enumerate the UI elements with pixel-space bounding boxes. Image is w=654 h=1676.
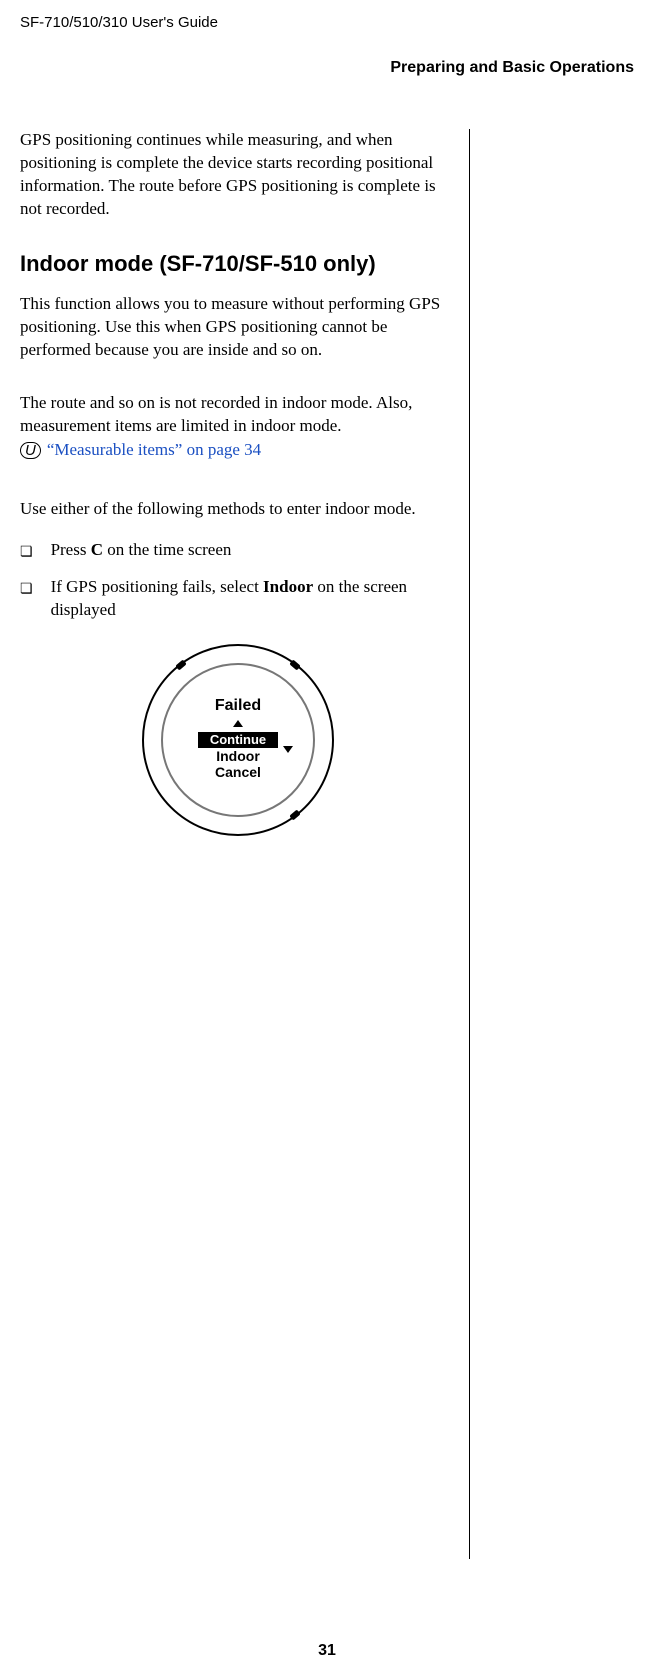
method-intro: Use either of the following methods to e… — [20, 498, 455, 521]
screen-title: Failed — [214, 697, 260, 714]
page-number: 31 — [0, 1642, 654, 1660]
indoor-mode-heading: Indoor mode (SF-710/SF-510 only) — [20, 251, 455, 277]
doc-model-guide: SF-710/510/310 User's Guide — [20, 14, 634, 31]
list1-post: on the time screen — [103, 540, 231, 559]
left-column: GPS positioning continues while measurin… — [20, 129, 470, 1559]
screen-option-indoor: Indoor — [216, 748, 260, 764]
indoor-para-1: This function allows you to measure with… — [20, 293, 455, 362]
screen-option-continue: Continue — [209, 732, 265, 747]
list2-key: Indoor — [263, 577, 313, 596]
xref-icon: U — [20, 442, 41, 459]
list1-pre: Press — [51, 540, 91, 559]
doc-section-title: Preparing and Basic Operations — [20, 59, 634, 77]
screen-option-cancel: Cancel — [215, 764, 261, 780]
list-item-2: ❏ If GPS positioning fails, select Indoo… — [20, 576, 455, 622]
list-item-1: ❏ Press C on the time screen — [20, 539, 455, 562]
device-illustration: Failed Continue Indoor Cancel — [138, 640, 338, 840]
list2-pre: If GPS positioning fails, select — [51, 577, 263, 596]
bullet-icon: ❏ — [20, 579, 33, 598]
list1-key: C — [91, 540, 103, 559]
bullet-icon: ❏ — [20, 542, 33, 561]
intro-paragraph: GPS positioning continues while measurin… — [20, 129, 455, 221]
indoor-para-2: The route and so on is not recorded in i… — [20, 393, 412, 435]
xref-link[interactable]: “Measurable items” on page 34 — [47, 439, 261, 462]
